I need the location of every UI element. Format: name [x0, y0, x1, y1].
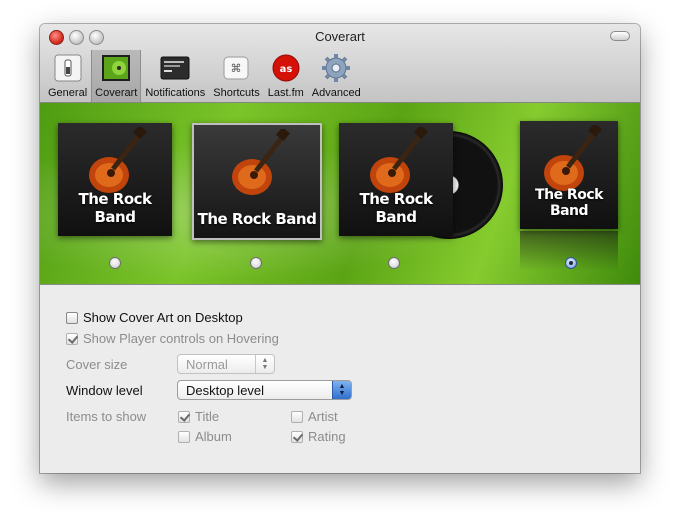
cover-style-jewel-case[interactable]: The Rock Band: [192, 123, 322, 240]
show-player-controls-option[interactable]: Show Player controls on Hovering: [66, 331, 279, 346]
items-to-show-label: Items to show: [66, 409, 147, 424]
tab-coverart[interactable]: Coverart: [91, 50, 142, 102]
show-cover-art-option[interactable]: Show Cover Art on Desktop: [66, 310, 243, 325]
command-key-icon: ⌘: [220, 52, 252, 84]
guitar-icon: [89, 127, 147, 193]
svg-text:as: as: [279, 64, 292, 75]
cover-size-select[interactable]: Normal ▲ ▼: [177, 354, 275, 374]
guitar-icon: [370, 127, 428, 193]
item-album-option[interactable]: Album: [178, 429, 232, 444]
window-level-select[interactable]: Desktop level ▲ ▼: [177, 380, 352, 400]
gear-icon: [320, 52, 352, 84]
tab-lastfm[interactable]: as Last.fm: [264, 50, 308, 102]
window-level-label: Window level: [66, 383, 143, 398]
item-artist-checkbox[interactable]: [291, 410, 303, 423]
window-title: Coverart: [315, 29, 365, 44]
title-bar: Coverart General Coverart Notifications …: [40, 24, 640, 103]
cover-style-radio-reflection[interactable]: [565, 257, 577, 269]
tab-general[interactable]: General: [44, 50, 91, 102]
preferences-window: Coverart General Coverart Notifications …: [40, 24, 640, 473]
item-rating-checkbox[interactable]: [291, 430, 303, 443]
cover-style-flat[interactable]: The Rock Band: [58, 123, 172, 236]
item-album-checkbox[interactable]: [178, 430, 190, 443]
cover-style-reflection[interactable]: The Rock Band: [520, 121, 618, 229]
tab-shortcuts[interactable]: ⌘ Shortcuts: [209, 50, 263, 102]
cover-style-chooser: The Rock Band The Rock Band The Rock Ban…: [40, 103, 640, 285]
guitar-icon: [232, 129, 290, 195]
cover-size-label: Cover size: [66, 357, 128, 372]
coverart-icon: [100, 52, 132, 84]
lastfm-icon: as: [270, 52, 302, 84]
cover-style-radio-flat[interactable]: [109, 257, 121, 269]
cover-style-vinyl[interactable]: The Rock Band: [339, 123, 453, 236]
cover-style-radio-vinyl[interactable]: [388, 257, 400, 269]
item-title-option[interactable]: Title: [178, 409, 219, 424]
svg-text:⌘: ⌘: [231, 62, 242, 75]
toolbar-toggle-button[interactable]: [610, 31, 630, 41]
general-switch-icon: [52, 52, 84, 84]
item-rating-option[interactable]: Rating: [291, 429, 346, 444]
stepper-arrows-icon: ▲ ▼: [255, 355, 274, 373]
notifications-icon: [159, 52, 191, 84]
item-title-checkbox[interactable]: [178, 410, 190, 423]
popup-arrows-icon: ▲ ▼: [332, 381, 351, 399]
item-artist-option[interactable]: Artist: [291, 409, 338, 424]
show-player-controls-checkbox[interactable]: [66, 332, 78, 345]
tab-notifications[interactable]: Notifications: [141, 50, 209, 102]
cover-style-radio-jewel-case[interactable]: [250, 257, 262, 269]
show-cover-art-checkbox[interactable]: [66, 311, 78, 324]
tab-advanced[interactable]: Advanced: [308, 50, 365, 102]
toolbar: General Coverart Notifications ⌘ Shortcu…: [44, 50, 365, 102]
